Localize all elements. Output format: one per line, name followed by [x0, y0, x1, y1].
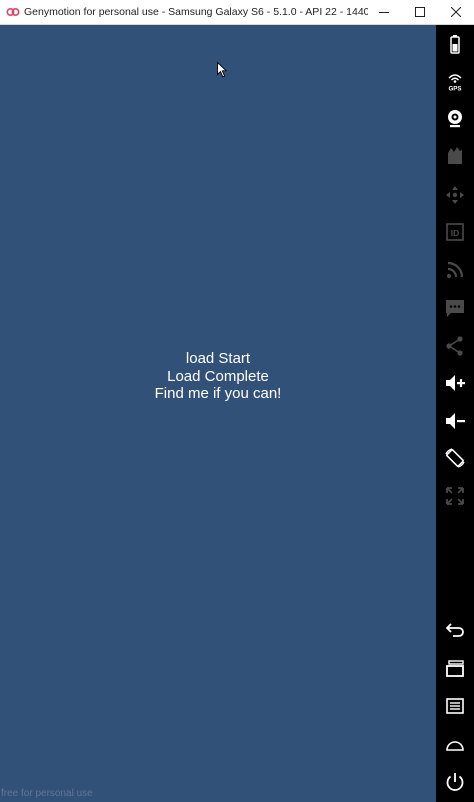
minimize-button[interactable]	[366, 0, 402, 25]
home-icon	[446, 741, 464, 751]
emulator-screen[interactable]: load Start Load Complete Find me if you …	[0, 25, 436, 802]
find-me-text: Find me if you can!	[154, 385, 282, 402]
share-icon	[446, 336, 463, 356]
recent-apps-icon	[446, 660, 464, 677]
maximize-button[interactable]	[402, 0, 438, 25]
app-output-text: load Start Load Complete Find me if you …	[0, 350, 436, 403]
genymotion-logo-icon	[6, 7, 20, 17]
gps-label: GPS	[448, 86, 461, 93]
dpad-icon	[446, 186, 464, 204]
gps-button[interactable]: GPS	[443, 70, 467, 94]
capture-icon	[448, 147, 462, 164]
power-button[interactable]	[443, 770, 467, 794]
rotate-button[interactable]	[443, 446, 467, 470]
rotate-icon	[445, 448, 465, 468]
sms-button[interactable]	[443, 296, 467, 320]
window-title-bar: Genymotion for personal use - Samsung Ga…	[0, 0, 474, 25]
dpad-button[interactable]	[443, 183, 467, 207]
device-id-label: ID	[451, 228, 460, 238]
mouse-cursor-icon	[217, 62, 227, 78]
personal-use-watermark: free for personal use	[1, 788, 93, 799]
close-button[interactable]	[438, 0, 474, 25]
close-icon	[451, 7, 461, 17]
network-icon	[447, 261, 464, 278]
load-start-text: load Start	[185, 350, 251, 367]
battery-button[interactable]	[443, 33, 467, 57]
minimize-icon	[379, 12, 389, 13]
scale-button[interactable]	[443, 484, 467, 508]
menu-icon	[446, 698, 464, 714]
back-button[interactable]	[443, 618, 467, 642]
volume-down-icon	[446, 413, 465, 429]
back-icon	[445, 623, 464, 637]
volume-down-button[interactable]	[443, 409, 467, 433]
screen-capture-button[interactable]	[443, 144, 467, 168]
share-button[interactable]	[443, 334, 467, 358]
home-button[interactable]	[443, 732, 467, 756]
battery-icon	[450, 35, 460, 54]
webcam-button[interactable]	[443, 106, 467, 130]
load-complete-text: Load Complete	[167, 367, 269, 385]
scale-icon	[446, 487, 464, 505]
menu-button[interactable]	[443, 694, 467, 718]
emulator-toolbar: GPS ID	[436, 25, 474, 802]
window-title: Genymotion for personal use - Samsung Ga…	[24, 6, 368, 18]
maximize-icon	[415, 7, 425, 17]
gps-icon: GPS	[448, 74, 462, 93]
device-id-icon: ID	[446, 223, 464, 241]
sms-icon	[446, 300, 464, 317]
volume-up-button[interactable]	[443, 371, 467, 395]
volume-up-icon	[446, 375, 465, 391]
device-id-button[interactable]: ID	[443, 220, 467, 244]
network-button[interactable]	[443, 258, 467, 282]
power-icon	[446, 773, 464, 791]
webcam-icon	[448, 110, 462, 128]
recent-apps-button[interactable]	[443, 656, 467, 680]
